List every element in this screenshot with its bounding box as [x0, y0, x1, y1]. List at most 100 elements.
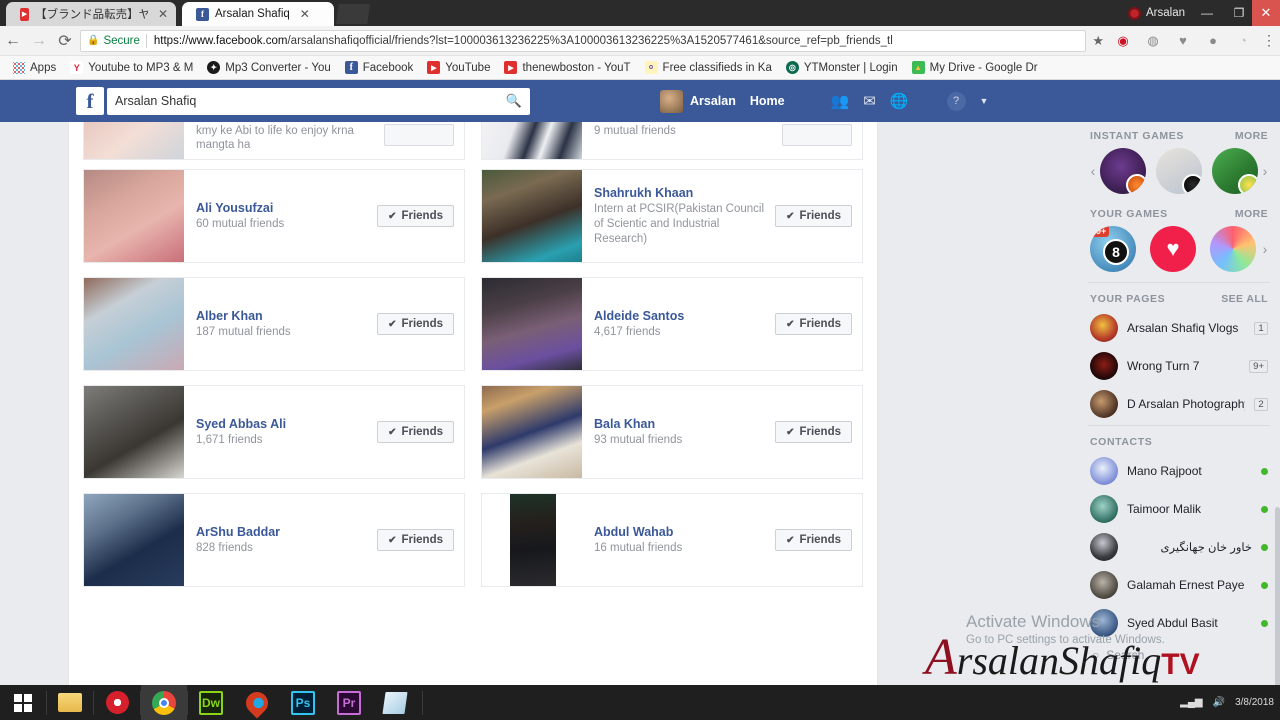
contacts-search[interactable]: ○ Search [1088, 642, 1270, 668]
help-icon[interactable]: ? [946, 91, 966, 111]
tab-close-icon[interactable]: ✕ [158, 7, 168, 21]
film-extension-icon[interactable]: ◍ [1138, 33, 1168, 49]
bookmark-star-icon[interactable]: ★ [1092, 33, 1108, 49]
friend-name[interactable]: Bala Khan [594, 416, 775, 432]
friend-card-partial[interactable]: kmy ke Abi to life ko enjoy krna mangta … [83, 122, 465, 160]
reload-button[interactable]: ⟳ [52, 31, 78, 51]
contact-item-khawar-khan[interactable]: خاور خان جهانگیری [1088, 528, 1270, 566]
friends-button[interactable]: ✔ Friends [377, 205, 454, 227]
contact-item-syed-abdul-basit[interactable]: Syed Abdul Basit [1088, 604, 1270, 642]
taskbar-photoshop[interactable]: Ps [280, 685, 326, 720]
bookmark-mp3-converter[interactable]: ✦ Mp3 Converter - You [200, 61, 337, 74]
bookmark-youtube-to-mp3[interactable]: Y Youtube to MP3 & M [63, 61, 200, 74]
game-hot-icon[interactable]: ♥ [1150, 226, 1196, 272]
friends-button[interactable] [384, 124, 454, 146]
taskbar-premiere[interactable]: Pr [326, 685, 372, 720]
friend-photo[interactable] [482, 278, 582, 370]
friend-card-partial[interactable]: 9 mutual friends [481, 122, 863, 160]
bookmark-facebook[interactable]: f Facebook [338, 61, 421, 74]
window-close-button[interactable]: ✕ [1252, 0, 1280, 26]
browser-tab-2[interactable]: f Arsalan Shafiq ✕ [182, 2, 334, 26]
bookmark-youtube[interactable]: ▶ YouTube [420, 61, 497, 74]
taskbar-clock[interactable]: 3/8/2018 [1235, 697, 1274, 709]
bookmark-apps[interactable]: Apps [6, 61, 63, 74]
friends-button[interactable]: ✔ Friends [377, 313, 454, 335]
game-icon-1[interactable] [1100, 148, 1146, 194]
back-button[interactable]: ← [0, 32, 26, 50]
notifications-globe-icon[interactable]: 🌐 [890, 92, 909, 110]
start-button[interactable] [0, 685, 46, 720]
page-scrollbar-thumb[interactable] [1275, 507, 1280, 685]
window-maximize-button[interactable]: ❐ [1222, 0, 1256, 26]
profile-link[interactable]: Arsalan [660, 89, 736, 113]
friend-photo[interactable] [84, 170, 184, 262]
home-link[interactable]: Home [750, 94, 785, 108]
friend-name[interactable]: Abdul Wahab [594, 524, 775, 540]
taskbar-idm[interactable] [234, 685, 280, 720]
friends-button[interactable]: ✔ Friends [775, 205, 852, 227]
heart-extension-icon[interactable]: ♥ [1168, 33, 1198, 48]
friend-name[interactable]: ArShu Baddar [196, 524, 377, 540]
friend-card[interactable]: Abdul Wahab 16 mutual friends ✔ Friends [481, 493, 863, 587]
friends-button[interactable]: ✔ Friends [775, 313, 852, 335]
messenger-icon[interactable]: ✉ [863, 92, 876, 110]
facebook-search-box[interactable]: 🔍 [107, 87, 530, 115]
friend-card[interactable]: Syed Abbas Ali 1,671 friends ✔ Friends [83, 385, 465, 479]
friends-button[interactable]: ✔ Friends [377, 529, 454, 551]
friend-card[interactable]: Aldeide Santos 4,617 friends ✔ Friends [481, 277, 863, 371]
taskbar-google-chrome[interactable] [141, 685, 187, 720]
tray-network-icon[interactable]: ▂▄▆ [1180, 697, 1202, 708]
friends-button[interactable]: ✔ Friends [775, 529, 852, 551]
friend-name[interactable]: Syed Abbas Ali [196, 416, 377, 432]
friend-card[interactable]: Bala Khan 93 mutual friends ✔ Friends [481, 385, 863, 479]
page-item-arsalan-shafiq-vlogs[interactable]: Arsalan Shafiq Vlogs 1 [1088, 309, 1270, 347]
carousel-next-icon[interactable]: › [1260, 163, 1270, 179]
search-icon[interactable]: 🔍 [506, 93, 522, 109]
friend-photo[interactable] [482, 494, 582, 586]
taskbar-opera[interactable] [94, 685, 140, 720]
muted-extension-icon[interactable]: ◔ [1228, 33, 1258, 48]
account-caret-icon[interactable]: ▼ [980, 96, 989, 106]
friend-name[interactable]: Ali Yousufzai [196, 200, 377, 216]
contact-item-taimoor-malik[interactable]: Taimoor Malik [1088, 490, 1270, 528]
friend-photo[interactable] [482, 386, 582, 478]
contact-item-galamah-ernest-paye[interactable]: Galamah Ernest Paye [1088, 566, 1270, 604]
friend-photo[interactable] [84, 278, 184, 370]
browser-tab-1[interactable]: ▶ 【ブランド品転売】ヤフオク仕 ✕ [6, 2, 176, 26]
friend-requests-icon[interactable]: 👥 [831, 92, 850, 110]
forward-button[interactable]: → [26, 32, 52, 50]
address-bar[interactable]: 🔒 Secure https://www.facebook.com/arsala… [80, 29, 1087, 52]
friend-photo[interactable] [482, 170, 582, 262]
friend-card[interactable]: Ali Yousufzai 60 mutual friends ✔ Friend… [83, 169, 465, 263]
friend-card[interactable]: ArShu Baddar 828 friends ✔ Friends [83, 493, 465, 587]
facebook-logo-icon[interactable]: f [76, 87, 104, 115]
friends-button[interactable]: ✔ Friends [775, 421, 852, 443]
friend-name[interactable]: Shahrukh Khaan [594, 185, 775, 201]
globe-extension-icon[interactable]: ● [1198, 33, 1228, 48]
contact-item-mano-rajpoot[interactable]: Mano Rajpoot [1088, 452, 1270, 490]
friend-photo[interactable] [84, 494, 184, 586]
tab-close-icon[interactable]: ✕ [300, 7, 310, 21]
instant-games-more-link[interactable]: MORE [1235, 130, 1268, 142]
page-item-wrong-turn-7[interactable]: Wrong Turn 7 9+ [1088, 347, 1270, 385]
friend-card[interactable]: Alber Khan 187 mutual friends ✔ Friends [83, 277, 465, 371]
bookmark-thenewboston[interactable]: ▶ thenewboston - YouT [497, 61, 637, 74]
new-tab-button[interactable] [336, 4, 370, 24]
opera-extension-icon[interactable]: ◉ [1108, 33, 1138, 49]
page-item-d-arsalan-photography[interactable]: D Arsalan Photography 2 [1088, 385, 1270, 423]
friends-button[interactable] [782, 124, 852, 146]
taskbar-file-explorer[interactable] [47, 685, 93, 720]
game-8-ball-pool-icon[interactable]: 8 99+ [1090, 226, 1136, 272]
search-input[interactable] [115, 94, 506, 108]
window-minimize-button[interactable]: — [1190, 0, 1224, 26]
bookmark-olx[interactable]: o Free classifieds in Ka [638, 61, 779, 74]
chrome-menu-icon[interactable]: ⋮ [1258, 32, 1280, 49]
page-scrollbar[interactable] [1275, 122, 1280, 685]
friend-card[interactable]: Shahrukh Khaan Intern at PCSIR(Pakistan … [481, 169, 863, 263]
your-games-next-icon[interactable]: › [1260, 241, 1270, 257]
friend-photo[interactable] [84, 386, 184, 478]
tray-volume-icon[interactable]: 🔊 [1213, 697, 1225, 708]
friends-button[interactable]: ✔ Friends [377, 421, 454, 443]
taskbar-dreamweaver[interactable]: Dw [188, 685, 234, 720]
carousel-prev-icon[interactable]: ‹ [1088, 163, 1098, 179]
